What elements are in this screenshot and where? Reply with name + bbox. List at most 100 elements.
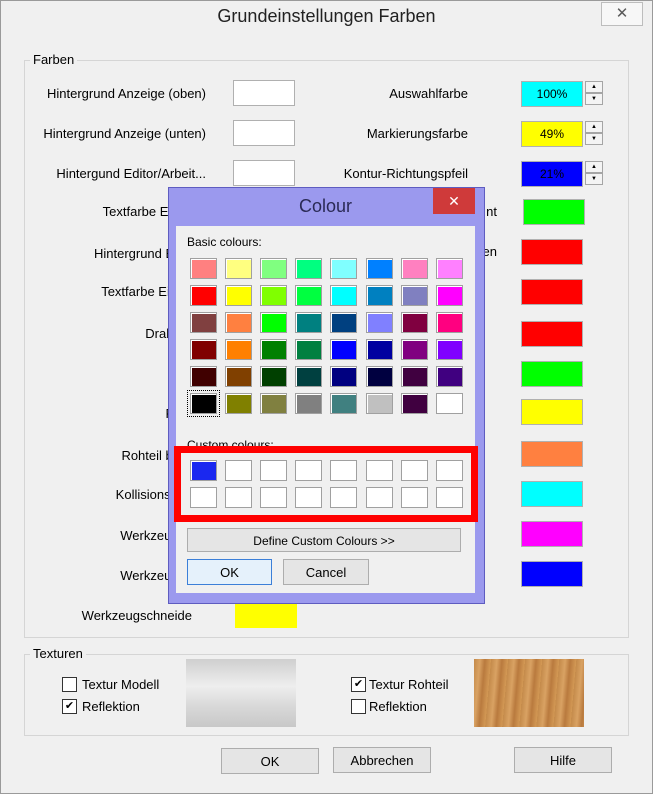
- basic-colour-swatch[interactable]: [190, 312, 217, 333]
- highlight-box: [174, 446, 478, 522]
- basic-colour-swatch[interactable]: [225, 393, 253, 414]
- textur-rohteil-label: Textur Rohteil: [369, 677, 449, 692]
- basic-colour-swatch[interactable]: [225, 258, 253, 279]
- spinner-down-icon[interactable]: ▼: [585, 133, 603, 145]
- right-row-swatch[interactable]: [521, 361, 583, 387]
- basic-colour-swatch[interactable]: [295, 366, 323, 387]
- basic-colour-swatch[interactable]: [400, 366, 428, 387]
- basic-colour-swatch[interactable]: [295, 393, 323, 414]
- right-row-swatch[interactable]: [521, 521, 583, 547]
- basic-colour-swatch[interactable]: [295, 285, 323, 306]
- basic-colour-swatch[interactable]: [400, 285, 428, 306]
- reflektion-right-checkbox[interactable]: [351, 699, 366, 714]
- basic-colour-swatch[interactable]: [295, 312, 323, 333]
- left-row-swatch[interactable]: [233, 160, 295, 186]
- basic-colour-swatch[interactable]: [330, 312, 358, 333]
- ok-button[interactable]: OK: [221, 748, 319, 774]
- basic-colour-swatch[interactable]: [330, 393, 358, 414]
- right-row-swatch[interactable]: [521, 239, 583, 265]
- basic-colour-swatch[interactable]: [225, 366, 253, 387]
- basic-colour-swatch[interactable]: [400, 393, 428, 414]
- basic-colour-swatch[interactable]: [400, 312, 428, 333]
- colour-cancel-button[interactable]: Cancel: [283, 559, 369, 585]
- basic-colour-swatch[interactable]: [365, 258, 393, 279]
- basic-colour-swatch[interactable]: [190, 366, 217, 387]
- basic-colour-swatch[interactable]: [435, 258, 463, 279]
- right-row-swatch[interactable]: [521, 441, 583, 467]
- basic-colour-swatch[interactable]: [225, 285, 253, 306]
- basic-colour-swatch[interactable]: [260, 312, 288, 333]
- window-close-button[interactable]: ✕: [601, 2, 643, 26]
- abbrechen-button[interactable]: Abbrechen: [333, 747, 431, 773]
- basic-colour-swatch[interactable]: [295, 339, 323, 360]
- textur-modell-preview[interactable]: [186, 659, 296, 727]
- basic-colour-swatch[interactable]: [400, 258, 428, 279]
- basic-colour-swatch[interactable]: [187, 390, 220, 417]
- basic-colour-swatch[interactable]: [330, 285, 358, 306]
- colour-dialog-close-button[interactable]: ✕: [433, 188, 475, 214]
- right-row-label: Auswahlfarbe: [389, 86, 468, 101]
- textur-rohteil-preview[interactable]: [474, 659, 584, 727]
- basic-colour-swatch[interactable]: [365, 285, 393, 306]
- basic-colour-swatch[interactable]: [435, 285, 463, 306]
- left-row-swatch[interactable]: [235, 602, 297, 628]
- basic-colour-swatch[interactable]: [260, 366, 288, 387]
- spinner-down-icon[interactable]: ▼: [585, 173, 603, 185]
- reflektion-left-checkbox[interactable]: ✔: [62, 699, 77, 714]
- basic-colour-swatch[interactable]: [365, 339, 393, 360]
- right-row-label: Kontur-Richtungspfeil: [343, 166, 468, 181]
- basic-colour-swatch[interactable]: [190, 339, 217, 360]
- basic-colour-swatch[interactable]: [435, 312, 463, 333]
- basic-colour-swatch[interactable]: [435, 339, 463, 360]
- right-row-swatch[interactable]: 100%: [521, 81, 583, 107]
- basic-colour-swatch[interactable]: [225, 312, 253, 333]
- right-row-swatch[interactable]: [523, 199, 585, 225]
- basic-colours-label: Basic colours:: [187, 235, 262, 249]
- colour-ok-button[interactable]: OK: [187, 559, 272, 585]
- farben-group-label: Farben: [30, 52, 78, 67]
- left-row-swatch[interactable]: [233, 120, 295, 146]
- textur-modell-label: Textur Modell: [82, 677, 160, 692]
- basic-colour-swatch[interactable]: [330, 366, 358, 387]
- basic-colour-swatch[interactable]: [435, 393, 463, 414]
- spinner-down-icon[interactable]: ▼: [585, 93, 603, 105]
- basic-colour-swatch[interactable]: [190, 285, 217, 306]
- basic-colour-swatch[interactable]: [190, 258, 217, 279]
- basic-colour-swatch[interactable]: [365, 393, 393, 414]
- basic-colour-swatch[interactable]: [365, 312, 393, 333]
- left-row-swatch[interactable]: [233, 80, 295, 106]
- basic-colour-swatch[interactable]: [260, 285, 288, 306]
- right-row-swatch[interactable]: [521, 481, 583, 507]
- right-row-swatch[interactable]: [521, 279, 583, 305]
- basic-colour-swatch[interactable]: [260, 258, 288, 279]
- basic-colour-swatch[interactable]: [435, 366, 463, 387]
- right-row-label: Markierungsfarbe: [366, 126, 468, 141]
- right-row-swatch[interactable]: [521, 321, 583, 347]
- basic-colour-swatch[interactable]: [225, 339, 253, 360]
- right-row-swatch[interactable]: 49%: [521, 121, 583, 147]
- left-row-label: Werkzeugschneide: [81, 608, 192, 623]
- textur-rohteil-checkbox[interactable]: ✔: [351, 677, 366, 692]
- basic-colour-swatch[interactable]: [400, 339, 428, 360]
- spinner-up-icon[interactable]: ▲: [585, 81, 603, 93]
- percent-spinner[interactable]: ▲ ▼: [585, 161, 603, 185]
- basic-colour-swatch[interactable]: [260, 339, 288, 360]
- basic-colour-swatch[interactable]: [365, 366, 393, 387]
- left-row-label: Hintergrund Anzeige (oben): [47, 86, 206, 101]
- spinner-up-icon[interactable]: ▲: [585, 121, 603, 133]
- right-row-swatch[interactable]: 21%: [521, 161, 583, 187]
- basic-colour-swatch[interactable]: [330, 258, 358, 279]
- spinner-up-icon[interactable]: ▲: [585, 161, 603, 173]
- right-row-swatch[interactable]: [521, 399, 583, 425]
- hilfe-button[interactable]: Hilfe: [514, 747, 612, 773]
- basic-colour-swatch[interactable]: [295, 258, 323, 279]
- percent-spinner[interactable]: ▲ ▼: [585, 121, 603, 145]
- basic-colour-swatch[interactable]: [330, 339, 358, 360]
- left-row-label: Hintergrund Anzeige (unten): [43, 126, 206, 141]
- right-row-swatch[interactable]: [521, 561, 583, 587]
- define-custom-colours-button[interactable]: Define Custom Colours >>: [187, 528, 461, 552]
- percent-spinner[interactable]: ▲ ▼: [585, 81, 603, 105]
- textur-modell-checkbox[interactable]: [62, 677, 77, 692]
- basic-colour-swatch[interactable]: [260, 393, 288, 414]
- texturen-group-label: Texturen: [30, 646, 86, 661]
